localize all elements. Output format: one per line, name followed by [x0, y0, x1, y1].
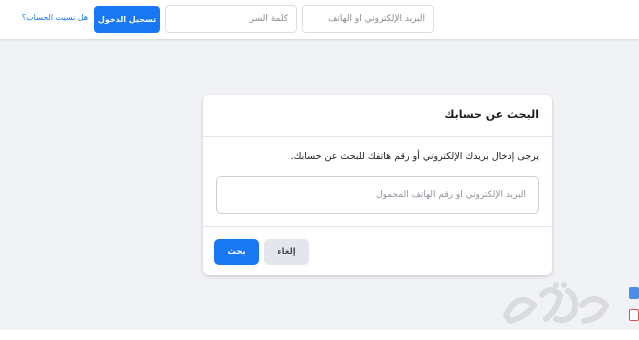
card-title: البحث عن حسابك — [444, 108, 539, 121]
password-input[interactable] — [165, 5, 297, 33]
card-header: البحث عن حسابك — [203, 95, 552, 137]
email-or-mobile-search-input[interactable] — [216, 176, 539, 214]
side-widget-close-icon[interactable] — [629, 309, 639, 321]
cancel-button[interactable]: إلغاء — [264, 239, 309, 265]
watermark-logo — [503, 282, 609, 324]
forgot-account-link[interactable]: هل نسيت الحساب؟ — [20, 13, 90, 22]
side-widget-icon[interactable] — [629, 287, 639, 299]
top-navigation-bar: تسجيل الدخول هل نسيت الحساب؟ — [0, 0, 639, 39]
search-button[interactable]: بحث — [214, 239, 259, 265]
login-button[interactable]: تسجيل الدخول — [94, 6, 160, 33]
find-account-card: البحث عن حسابك يرجى إدخال بريدك الإلكترو… — [203, 95, 552, 275]
card-description: يرجى إدخال بريدك الإلكتروني أو رقم هاتفك… — [290, 151, 539, 162]
card-divider — [203, 226, 552, 227]
email-or-phone-input[interactable] — [302, 5, 434, 33]
